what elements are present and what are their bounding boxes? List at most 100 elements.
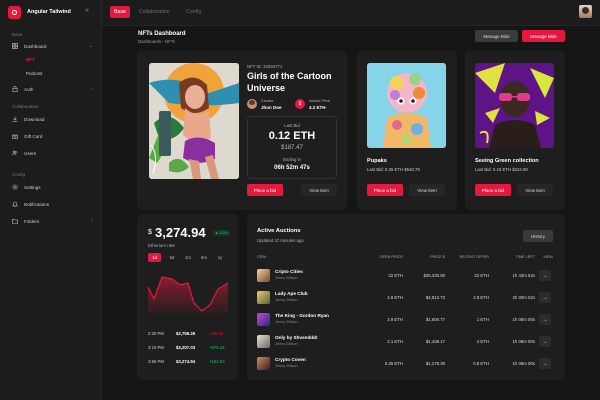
avatar[interactable]: [579, 5, 592, 18]
sidebar-item-label: Gift Card: [24, 133, 43, 139]
sidebar-item-auth[interactable]: Auth ›: [12, 84, 96, 94]
sidebar-item-label: Settings: [24, 184, 41, 190]
history-diff: +124.03: [209, 359, 225, 364]
section-title-base: Base: [12, 32, 23, 37]
price-usd: $35,330.90: [423, 273, 445, 278]
range-tab-1d[interactable]: 1d: [148, 253, 161, 262]
sidebar-item-settings[interactable]: Settings: [12, 182, 96, 192]
recent-offer: 1 ETH: [476, 317, 489, 322]
nft-title-line2: Universe: [247, 83, 286, 93]
history-price: $3,274.94: [176, 359, 196, 364]
recent-offer: 2.8 ETH: [473, 295, 489, 300]
table-row[interactable]: The King - Gordon Ryan Jenny Wilson 2.9 …: [247, 308, 565, 329]
item-thumbnail: [257, 335, 270, 348]
nft-card-seeing-green: Seeing Green collection Last Bid: 0.15 E…: [465, 51, 565, 210]
folder-icon: [12, 218, 18, 224]
brand[interactable]: Angular Tailwind: [8, 5, 71, 19]
sidebar-item-gift-card[interactable]: Gift Card: [12, 131, 96, 141]
column-header-time-left: TIME LEFT: [515, 255, 535, 259]
history-price: $3,207.03: [176, 345, 196, 350]
eth-price: 3,274.94: [155, 225, 206, 240]
time-left: 1h 05m 00s: [512, 317, 535, 322]
app-root: Angular Tailwind « Base Dashboard ⌄ NFT …: [0, 0, 600, 400]
last-bid-eth: 0.12 ETH: [268, 130, 316, 142]
arrow-right-icon[interactable]: →: [539, 336, 551, 347]
view-item-button[interactable]: View item: [301, 184, 337, 196]
item-thumbnail: [257, 357, 270, 370]
view-item-button[interactable]: View item: [517, 184, 553, 196]
place-bid-button[interactable]: Place a bid: [247, 184, 283, 196]
sidebar-item-users[interactable]: Users: [12, 148, 96, 158]
table-row[interactable]: Cripto Cities Jenny Wilson 22 ETH $35,33…: [247, 264, 565, 285]
item-thumbnail: [257, 313, 270, 326]
sidebar-item-dashboard[interactable]: Dashboard ⌄: [12, 41, 96, 51]
ending-label: Ending in: [283, 157, 301, 162]
view-item-button[interactable]: View item: [409, 184, 445, 196]
item-owner: Jenny Wilson: [275, 320, 298, 324]
featured-nft-image: [149, 63, 239, 179]
place-bid-button[interactable]: Place a bid: [475, 184, 511, 196]
arrow-right-icon[interactable]: →: [539, 270, 551, 281]
sidebar: Angular Tailwind « Base Dashboard ⌄ NFT …: [0, 0, 102, 400]
chevron-right-icon: ›: [91, 218, 93, 224]
last-bid-usd: $187.47: [281, 145, 303, 151]
dollar-icon: $: [295, 99, 305, 109]
item-name: The King - Gordon Ryan: [275, 313, 329, 318]
last-bid-label: Last Bid: [284, 123, 300, 128]
creator-name[interactable]: Jhon Doe: [261, 105, 282, 110]
sidebar-item-download[interactable]: Download: [12, 114, 96, 124]
arrow-right-icon[interactable]: →: [539, 358, 551, 369]
eth-price-card: $ 3,274.94 ▲ 5.3% Etherium rate 1d 5d 1m…: [137, 214, 238, 380]
time-left: 1h 43m 52s: [512, 273, 535, 278]
column-header-open-price: OPEN PRICE: [379, 255, 403, 259]
time-left: 1h 05m 00s: [512, 339, 535, 344]
range-tab-5d[interactable]: 5d: [167, 253, 177, 262]
range-tab-1y[interactable]: 1y: [215, 253, 225, 262]
open-price: 22 ETH: [388, 273, 403, 278]
place-bid-button[interactable]: Place a bid: [367, 184, 403, 196]
sidebar-item-notifications[interactable]: Notifications: [12, 199, 96, 209]
brand-name: Angular Tailwind: [27, 9, 71, 15]
recent-offer: 0.8 ETH: [473, 361, 489, 366]
history-time: 2:30 PM: [148, 331, 165, 336]
column-header-price: PRICE $: [430, 255, 445, 259]
sidebar-subitem-podcast[interactable]: Podcast: [26, 71, 42, 76]
range-tab-1m[interactable]: 1m: [183, 253, 193, 262]
table-row[interactable]: Crypto Coven Jenny Wilson 0.35 ETH $1,27…: [247, 352, 565, 373]
table-row[interactable]: Only by Shvembldr Jenny Wilson 2.1 ETH $…: [247, 330, 565, 351]
sidebar-item-label: Auth: [24, 86, 34, 92]
nft-card-pupaks: Pupaks Last Bid: 0.35 ETH $548.79 Place …: [357, 51, 457, 210]
nft-title: Seeing Green collection: [475, 158, 539, 164]
brand-logo-icon: [8, 5, 21, 19]
arrow-right-icon[interactable]: →: [539, 292, 551, 303]
range-tab-6m[interactable]: 6m: [199, 253, 209, 262]
chevron-right-icon: ›: [91, 86, 93, 92]
history-button[interactable]: History: [523, 230, 553, 242]
price-change-badge: ▲ 5.3%: [213, 230, 230, 236]
history-time: 3:10 PM: [148, 345, 165, 350]
tab-base[interactable]: Base: [110, 6, 130, 18]
manage-bids-button[interactable]: Manage Bids: [475, 30, 518, 42]
tab-collaboration[interactable]: Collaboration: [135, 6, 174, 18]
price-usd: $1,600.77: [425, 317, 445, 322]
table-row[interactable]: Lady Ape Club Jenny Wilson 2.8 ETH $4,81…: [247, 286, 565, 307]
history-price: $2,756.26: [176, 331, 196, 336]
users-icon: [12, 150, 18, 156]
item-thumbnail: [257, 291, 270, 304]
nft-last-bid: Last Bid: 0.35 ETH $548.79: [367, 167, 420, 172]
column-header-recent-offer: RECENT OFFER: [459, 255, 489, 259]
creator-avatar: [247, 99, 257, 109]
collapse-sidebar-icon[interactable]: «: [85, 7, 89, 14]
ending-time: 06h 52m 47s: [274, 165, 310, 171]
creator-label: Creator: [261, 99, 274, 103]
history-time: 3:55 PM: [148, 359, 165, 364]
price-usd: $4,812.72: [425, 295, 445, 300]
tab-config[interactable]: Config: [182, 6, 205, 18]
sidebar-subitem-nft[interactable]: NFT: [26, 57, 35, 62]
breadcrumb[interactable]: Dashboards › NFTs: [138, 39, 175, 44]
arrow-right-icon[interactable]: →: [539, 314, 551, 325]
manage-bids-primary-button[interactable]: Manage Bids: [522, 30, 565, 42]
sidebar-item-folders[interactable]: Folders ›: [12, 216, 96, 226]
gear-icon: [12, 184, 18, 190]
price-sparkline: [148, 276, 228, 317]
